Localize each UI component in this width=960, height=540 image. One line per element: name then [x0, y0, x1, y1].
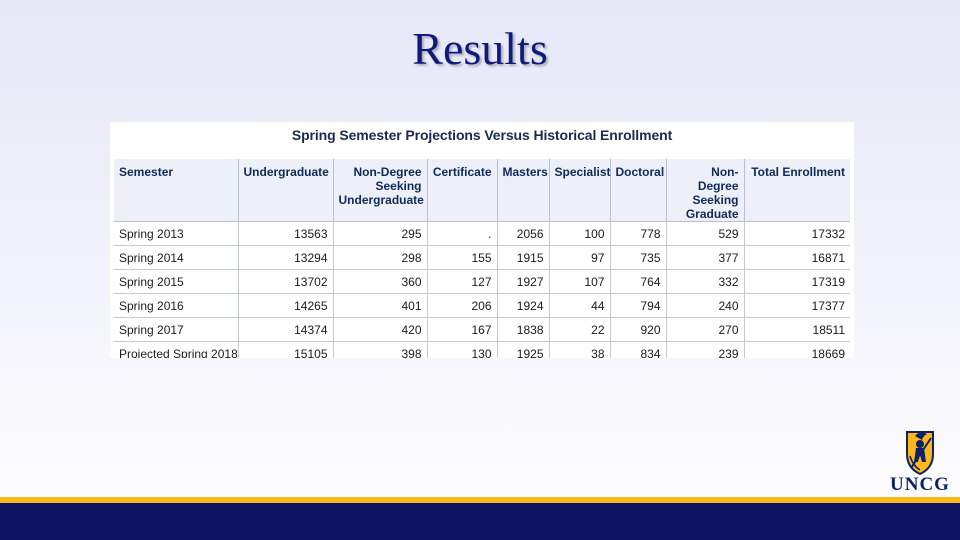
value-cell: 735 [610, 245, 667, 270]
table-row: Spring 2017 14374 420 167 1838 22 920 270 18511 [114, 317, 850, 342]
value-cell: 401 [333, 293, 428, 318]
value-cell: 764 [610, 269, 667, 294]
column-header: Doctoral [610, 159, 667, 222]
value-cell: 18669 [744, 341, 850, 358]
value-cell: 360 [333, 269, 428, 294]
column-header-line: Specialist [554, 165, 611, 179]
value-cell: 22 [549, 317, 611, 342]
value-cell: 130 [427, 341, 498, 358]
semester-cell: Spring 2015 [114, 269, 239, 294]
table-header-row: Semester Undergraduate Non-Degree Seeking Un… [114, 159, 850, 222]
table-row: Spring 2016 14265 401 206 1924 44 794 240 17377 [114, 293, 850, 318]
value-cell: 17332 [744, 221, 850, 246]
column-header-line: Graduate [685, 207, 739, 221]
value-cell: 15105 [238, 341, 334, 358]
enrollment-table-panel: Spring Semester Projections Versus Histo… [110, 122, 854, 358]
column-header: Total Enrollment [744, 159, 850, 222]
value-cell: 1924 [497, 293, 550, 318]
value-cell: 2056 [497, 221, 550, 246]
value-cell: 529 [666, 221, 745, 246]
value-cell: 240 [666, 293, 745, 318]
value-cell: 794 [610, 293, 667, 318]
column-header: Masters [497, 159, 550, 222]
column-header: Specialist [549, 159, 611, 222]
uncg-spartan-shield-icon [906, 431, 934, 476]
value-cell: 44 [549, 293, 611, 318]
value-cell: 100 [549, 221, 611, 246]
value-cell: 17319 [744, 269, 850, 294]
column-header: Undergraduate [238, 159, 334, 222]
value-cell: 398 [333, 341, 428, 358]
column-header-line: Undergraduate [338, 193, 424, 207]
column-header: Semester [114, 159, 239, 222]
value-cell: 13702 [238, 269, 334, 294]
value-cell: 97 [549, 245, 611, 270]
value-cell: 14374 [238, 317, 334, 342]
semester-cell: Spring 2013 [114, 221, 239, 246]
value-cell: 1925 [497, 341, 550, 358]
value-cell: 778 [610, 221, 667, 246]
table-row: Spring 2013 13563 295. 2056 100 778 529 17332 [114, 221, 850, 246]
column-header-line: Semester [119, 165, 174, 179]
table-row: Projected Spring 2018 15105 398 130 1925 38 83… [114, 341, 850, 358]
column-header-line: Doctoral [615, 165, 665, 179]
value-cell: 38 [549, 341, 611, 358]
value-cell: 332 [666, 269, 745, 294]
value-cell: 920 [610, 317, 667, 342]
value-cell: 18511 [744, 317, 850, 342]
semester-cell: Spring 2016 [114, 293, 239, 318]
table-caption: Spring Semester Projections Versus Histo… [291, 127, 673, 143]
value-cell: 834 [610, 341, 667, 358]
value-cell: 1838 [497, 317, 550, 342]
column-header-line: Certificate [432, 165, 492, 179]
table-body: Spring 2013 13563 295. 2056 100 778 529 17332 Sp… [114, 221, 850, 358]
column-header: Certificate [427, 159, 498, 222]
value-cell: 1927 [497, 269, 550, 294]
value-cell: 270 [666, 317, 745, 342]
column-header-line: Total Enrollment [751, 165, 845, 179]
semester-cell: Projected Spring 2018 [114, 341, 239, 358]
column-header: Non-Degree Seeking Undergraduate [333, 159, 428, 222]
column-header-line: Non-Degree [697, 165, 739, 193]
value-cell: 107 [549, 269, 611, 294]
uncg-logo: UNCG [885, 428, 955, 496]
value-cell: 14265 [238, 293, 334, 318]
value-cell: 206 [427, 293, 498, 318]
column-header-line: Non-Degree [353, 165, 422, 179]
enrollment-table: Semester Undergraduate Non-Degree Seeking Un… [114, 159, 850, 358]
footer-navy-bar [0, 503, 960, 540]
value-cell: 17377 [744, 293, 850, 318]
slide-title: Results [412, 23, 548, 74]
value-cell: 155 [427, 245, 498, 270]
value-cell: 377 [666, 245, 745, 270]
value-cell: . [427, 221, 498, 246]
value-cell: 13294 [238, 245, 334, 270]
column-header-line: Masters [502, 165, 548, 179]
column-header-line: Undergraduate [243, 165, 329, 179]
semester-cell: Spring 2014 [114, 245, 239, 270]
column-header: Non-Degree Seeking Graduate [666, 159, 745, 222]
table-row: Spring 2015 13702 360 127 1927 107 764 332 17319 [114, 269, 850, 294]
uncg-logo-text: UNCG [890, 474, 950, 495]
semester-cell: Spring 2017 [114, 317, 239, 342]
column-header-line: Seeking [692, 193, 739, 207]
value-cell: 295 [333, 221, 428, 246]
value-cell: 1915 [497, 245, 550, 270]
value-cell: 420 [333, 317, 428, 342]
column-header-line: Seeking [375, 179, 422, 193]
value-cell: 239 [666, 341, 745, 358]
value-cell: 167 [427, 317, 498, 342]
table-row: Spring 2014 13294 298 155 1915 97 735 377 16871 [114, 245, 850, 270]
value-cell: 298 [333, 245, 428, 270]
value-cell: 13563 [238, 221, 334, 246]
value-cell: 127 [427, 269, 498, 294]
value-cell: 16871 [744, 245, 850, 270]
